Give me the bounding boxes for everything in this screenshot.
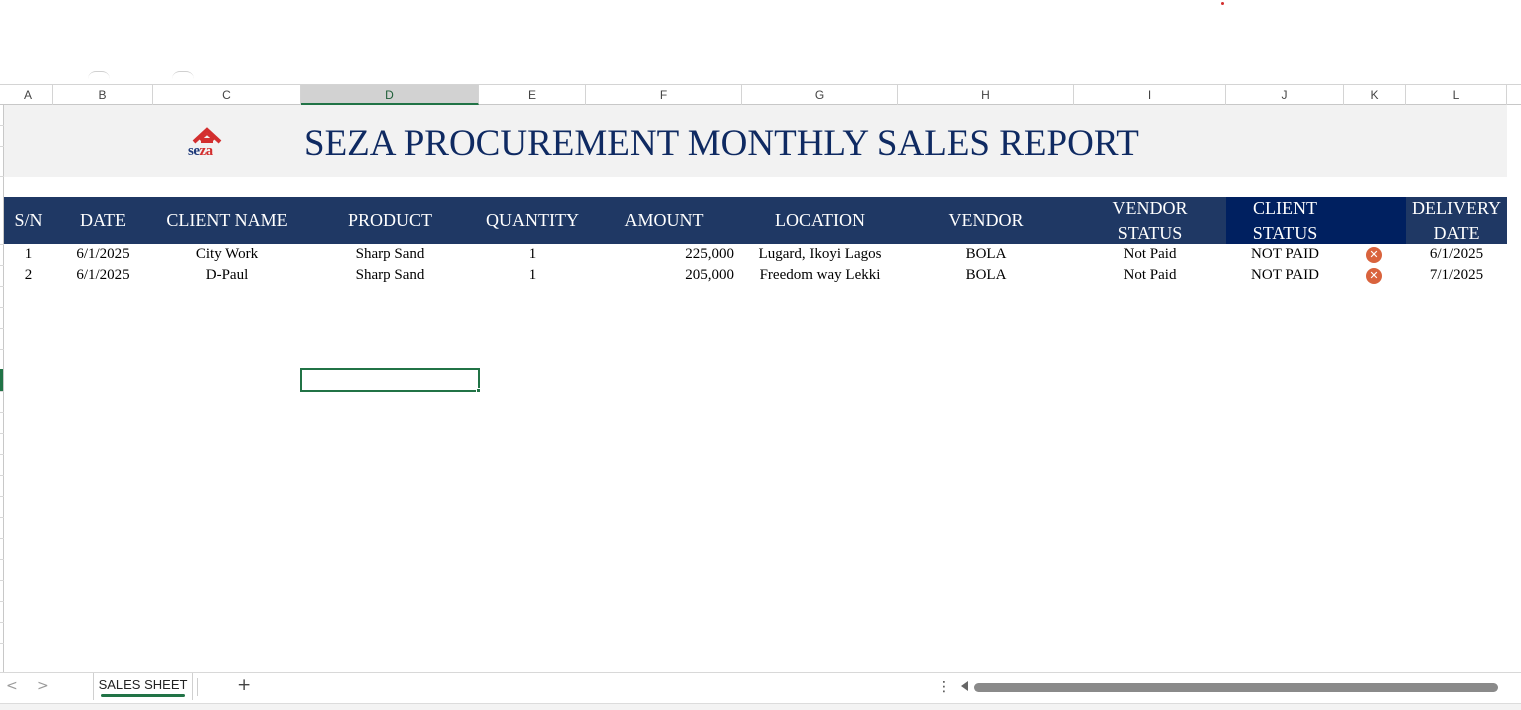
header-delivery-date: DELIVERY DATE [1406,197,1507,244]
active-tab-underline [101,694,185,697]
column-header-e[interactable]: E [479,85,586,105]
header-sn: S/N [14,210,43,230]
column-header-c[interactable]: C [153,85,301,105]
cell-date[interactable]: 6/1/2025 [53,244,153,265]
column-header-l[interactable]: L [1406,85,1507,105]
cell-location[interactable]: Lugard, Ikoyi Lagos [742,244,898,265]
indicator-dot [1221,2,1224,5]
cell-amount[interactable]: 205,000 [586,265,734,286]
fill-handle[interactable] [476,388,481,393]
header-vendor-status-line2: STATUS [1117,222,1183,243]
cell-vendor-status[interactable]: Not Paid [1074,265,1226,286]
header-date: DATE [80,210,126,230]
cell-client[interactable]: D-Paul [153,265,301,286]
column-header-f[interactable]: F [586,85,742,105]
cell-client-status[interactable]: NOT PAID [1226,244,1344,265]
cell-vendor[interactable]: BOLA [898,265,1074,286]
column-header-b[interactable]: B [53,85,153,105]
cell-delivery-date[interactable]: 7/1/2025 [1406,265,1507,286]
header-vendor: VENDOR [948,210,1024,230]
horizontal-scrollbar[interactable] [974,683,1498,692]
cell-delivery-date[interactable]: 6/1/2025 [1406,244,1507,265]
cell-product[interactable]: Sharp Sand [301,244,479,265]
logo-wordmark: seza [188,143,213,159]
scroll-notch [88,71,110,79]
active-cell[interactable] [300,368,480,392]
header-delivery-date-line1: DELIVERY [1412,197,1501,218]
more-options-icon[interactable]: ⋮ [937,679,951,695]
cell-date[interactable]: 6/1/2025 [53,265,153,286]
cell-sn[interactable]: 2 [4,265,53,286]
selected-row-indicator [0,369,3,391]
sheet-prev-icon[interactable]: < [6,678,18,694]
cell-client-status[interactable]: NOT PAID [1226,265,1344,286]
column-header-g[interactable]: G [742,85,898,105]
column-header-d[interactable]: D [301,85,479,105]
scroll-left-icon[interactable] [961,681,968,691]
status-bar [0,703,1521,710]
add-sheet-button[interactable]: + [237,675,251,695]
column-header-i[interactable]: I [1074,85,1226,105]
cell-quantity[interactable]: 1 [479,244,586,265]
column-header-k[interactable]: K [1344,85,1406,105]
cell-product[interactable]: Sharp Sand [301,265,479,286]
cell-quantity[interactable]: 1 [479,265,586,286]
scroll-notch [172,71,194,79]
header-delivery-date-line2: DATE [1433,222,1480,243]
header-vendor-status-line1: VENDOR [1112,197,1188,218]
column-header-j[interactable]: J [1226,85,1344,105]
tab-divider [197,678,198,696]
cell-client[interactable]: City Work [153,244,301,265]
cell-vendor[interactable]: BOLA [898,244,1074,265]
header-vendor-status: VENDOR STATUS [1074,197,1226,244]
cell-location[interactable]: Freedom way Lekki [742,265,898,286]
cell-amount[interactable]: 225,000 [586,244,734,265]
header-client-status-line2: STATUS [1252,222,1318,243]
column-header-a[interactable]: A [4,85,53,105]
cell-vendor-status[interactable]: Not Paid [1074,244,1226,265]
column-header-row: A B C D E F G H I J K L [0,84,1521,105]
ribbon-area [0,0,1521,78]
header-quantity: QUANTITY [486,210,579,230]
header-client-status-line1: CLIENT [1253,197,1317,218]
report-title: SEZA PROCUREMENT MONTHLY SALES REPORT [304,123,1139,164]
x-circle-icon: ✕ [1366,268,1382,284]
header-client-status: CLIENT STATUS [1226,197,1344,244]
header-product: PRODUCT [347,210,432,230]
column-header-h[interactable]: H [898,85,1074,105]
sheet-next-icon[interactable]: > [37,678,49,694]
header-location: LOCATION [775,210,865,230]
cell-sn[interactable]: 1 [4,244,53,265]
header-client-name: CLIENT NAME [166,210,288,230]
header-amount: AMOUNT [624,210,704,230]
x-circle-icon: ✕ [1366,247,1382,263]
